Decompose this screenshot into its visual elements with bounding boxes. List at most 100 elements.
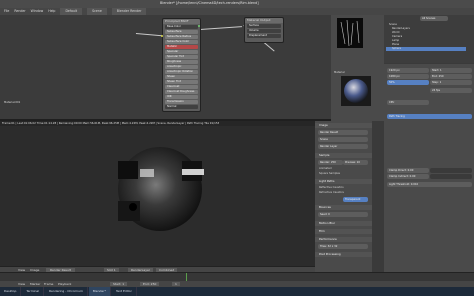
render-result-field[interactable]: Render Result	[318, 130, 368, 135]
frame-step-field[interactable]: Step: 1	[430, 80, 472, 85]
timeline-ruler[interactable]	[0, 273, 474, 281]
material-preview-panel: Material	[331, 15, 384, 121]
render-result-canvas	[118, 147, 204, 231]
menu-frame[interactable]: Frame	[44, 282, 53, 286]
os-taskbar: Desktop Terminal Rendering - Chromium Bl…	[0, 287, 474, 296]
layout-select[interactable]: Default	[60, 8, 83, 15]
outliner-scene-select[interactable]: All Scenes	[420, 16, 448, 21]
scene-select[interactable]: Scene	[87, 8, 107, 15]
engine-select[interactable]: Blender Render	[111, 8, 147, 15]
output-socket-icon[interactable]	[198, 25, 200, 27]
material-sphere-preview	[341, 76, 371, 106]
node-row[interactable]: Anisotropic Rotation	[165, 70, 198, 74]
clamp-indirect-field[interactable]: Clamp Indirect: 0.00	[387, 174, 429, 179]
transparent-toggle[interactable]: Transparent	[343, 197, 368, 202]
checkbox-refractive-caustics[interactable]: Refractive Caustics	[319, 191, 344, 195]
menu-file[interactable]: File	[4, 8, 9, 15]
render-properties-panel: Image Render Result Scene Render Layer S…	[315, 121, 372, 272]
seed-field[interactable]: Seed: 0	[318, 212, 368, 217]
node-row[interactable]: Subsurface Radius	[165, 35, 198, 39]
node-wire	[135, 33, 162, 37]
end-frame-field[interactable]: End: 250	[140, 282, 160, 286]
node-editor[interactable]: Principled BSDF Base Color Subsurface Su…	[0, 15, 331, 119]
samples-render[interactable]: Render: 250	[318, 160, 343, 165]
frame-rate-select[interactable]: 24 fps	[430, 88, 472, 93]
checkbox-square-samples[interactable]: Square Samples	[319, 172, 340, 176]
section-post-processing[interactable]: Post Processing	[315, 252, 372, 257]
node-row[interactable]: Displacement	[247, 34, 281, 38]
menu-playback[interactable]: Playback	[58, 282, 71, 286]
node-row[interactable]: Volume	[247, 29, 281, 33]
current-frame-field[interactable]: 1	[172, 282, 180, 286]
principled-bsdf-node[interactable]: Principled BSDF Base Color Subsurface Su…	[162, 18, 201, 112]
light-threshold-field[interactable]: Light Threshold: 0.010	[387, 182, 472, 187]
playhead[interactable]	[186, 273, 187, 281]
section-bounces[interactable]: Bounces	[315, 205, 372, 210]
timeline[interactable]: View Marker Frame Playback Start: 1 End:…	[0, 272, 474, 288]
menu-render[interactable]: Render	[14, 8, 25, 15]
res-percent-slider[interactable]: 50%	[387, 80, 429, 85]
node-row[interactable]: Specular Tint	[165, 55, 198, 59]
window-title: Blender* [/home/lenni/Cinema4D/tech-rend…	[160, 1, 259, 5]
render-layer-field[interactable]: Render Layer	[318, 144, 368, 149]
integrator-select[interactable]: Path Tracing	[387, 114, 472, 119]
res-y-field[interactable]: 1080 px	[387, 74, 429, 79]
texture-thumbnail	[337, 18, 363, 48]
node-row[interactable]: Normal	[165, 105, 198, 109]
menu-help[interactable]: Help	[48, 8, 55, 15]
texture-noise-icon	[340, 19, 360, 47]
outliner-panel: All Scenes Scene RenderLayers World Came…	[384, 15, 474, 63]
sphere-icon	[344, 79, 368, 103]
section-light-paths[interactable]: Light Paths	[315, 179, 372, 184]
taskbar-item[interactable]: Blender*	[88, 287, 111, 296]
menu-marker[interactable]: Marker	[30, 282, 40, 286]
taskbar-item[interactable]: Rendering - Chromium	[45, 287, 88, 296]
preview-label: Material	[334, 71, 345, 74]
node-row[interactable]: Clearcoat Roughness	[165, 90, 198, 94]
device-select[interactable]: CPU	[387, 100, 429, 105]
scene-field[interactable]: Scene	[318, 137, 368, 142]
taskbar-item[interactable]: Terminal	[22, 287, 45, 296]
section-sample[interactable]: Sample	[315, 153, 372, 158]
taskbar-item[interactable]: Desktop	[0, 287, 22, 296]
node-row[interactable]: Roughness	[165, 60, 198, 64]
extra-field[interactable]	[430, 174, 472, 179]
node-row[interactable]: Anisotropic	[165, 65, 198, 69]
section-motion-blur[interactable]: Motion Blur	[315, 221, 372, 226]
taskbar-item[interactable]: Text Editor	[112, 287, 137, 296]
section-performance[interactable]: Performance	[315, 237, 372, 242]
material-output-node[interactable]: Material Output Surface Volume Displacem…	[244, 17, 284, 43]
section-image[interactable]: Image	[315, 123, 372, 128]
clamp-direct-field[interactable]: Clamp Direct: 0.00	[387, 168, 429, 173]
extra-field[interactable]	[430, 168, 472, 173]
node-editor-label: Material.001	[4, 101, 21, 104]
node-row[interactable]: Sheen Tint	[165, 80, 198, 84]
image-editor[interactable]	[0, 121, 331, 266]
tiles-field[interactable]: Tiles: 32 x 32	[318, 244, 368, 249]
node-title: Principled BSDF	[163, 19, 200, 24]
checkbox-reflective-caustics[interactable]: Reflective Caustics	[319, 186, 344, 190]
samples-preview[interactable]: Preview: 10	[343, 160, 368, 165]
input-socket-icon[interactable]	[161, 35, 163, 37]
node-row[interactable]: Transmission	[165, 100, 198, 104]
menu-window[interactable]: Window	[31, 8, 44, 15]
node-row[interactable]: Subsurface Color	[165, 40, 198, 44]
checkbox-animated[interactable]: Animated	[319, 167, 332, 171]
menu-view[interactable]: View	[18, 282, 25, 286]
node-row[interactable]: Metallic	[165, 45, 198, 49]
node-row[interactable]: Base Color	[165, 25, 198, 29]
node-row[interactable]: IOR	[165, 95, 198, 99]
node-row[interactable]: Clearcoat	[165, 85, 198, 89]
node-row[interactable]: Specular	[165, 50, 198, 54]
node-wire	[200, 26, 242, 30]
node-row[interactable]: Surface	[247, 24, 281, 28]
outliner-item[interactable]: Sphere	[386, 47, 466, 51]
node-row[interactable]: Subsurface	[165, 30, 198, 34]
frame-end-field[interactable]: End: 250	[430, 74, 472, 79]
render-info-bar: Frame:61 | Last:01:06.02 Time:01:14.28 |…	[0, 121, 333, 126]
section-film[interactable]: Film	[315, 229, 372, 234]
res-x-field[interactable]: 1920 px	[387, 68, 429, 73]
start-frame-field[interactable]: Start: 1	[110, 282, 128, 286]
frame-start-field[interactable]: Start: 1	[430, 68, 472, 73]
node-row[interactable]: Sheen	[165, 75, 198, 79]
